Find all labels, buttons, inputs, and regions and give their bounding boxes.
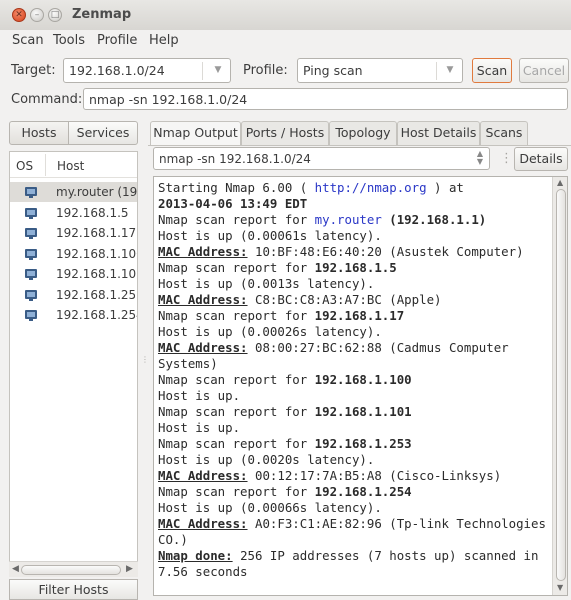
os-unknown-icon [25, 269, 37, 280]
title-bar: ✕ – □ Zenmap [0, 0, 571, 30]
host-row[interactable]: 192.168.1.5 [10, 203, 137, 223]
maximize-window-button[interactable]: □ [48, 8, 62, 22]
column-os[interactable]: OS [16, 159, 33, 173]
profile-value: Ping scan [303, 63, 363, 78]
scrollbar-thumb[interactable] [556, 189, 566, 581]
host-name: 192.168.1.100 [56, 246, 138, 261]
scroll-up-icon[interactable]: ▲ [557, 178, 563, 187]
tab-host-details[interactable]: Host Details [397, 121, 480, 145]
details-button[interactable]: Details [514, 147, 568, 171]
minimize-icon: – [34, 10, 40, 20]
os-unknown-icon [25, 289, 37, 301]
tab-ports-hosts[interactable]: Ports / Hosts [241, 121, 329, 145]
tab-nmap-output[interactable]: Nmap Output [150, 121, 241, 146]
host-list-scrollbar[interactable]: ◀ ▶ [9, 561, 138, 577]
target-label: Target: [11, 63, 56, 78]
output-content: Starting Nmap 6.00 ( http://nmap.org ) a… [158, 180, 554, 579]
close-icon: ✕ [15, 10, 23, 20]
host-row[interactable]: 192.168.1.254 [10, 305, 138, 325]
window-title: Zenmap [72, 7, 132, 22]
hosts-view-button[interactable]: Hosts [9, 121, 69, 145]
column-host[interactable]: Host [57, 159, 84, 173]
close-window-button[interactable]: ✕ [12, 8, 26, 22]
scan-button[interactable]: Scan [472, 58, 512, 83]
host-row[interactable]: 192.168.1.253 [10, 285, 138, 305]
menu-profile[interactable]: Profile [97, 33, 137, 48]
menu-tools[interactable]: Tools [53, 33, 85, 48]
menu-bar: Scan Tools Profile Help [0, 30, 571, 52]
chevron-down-icon: ▼ [446, 65, 454, 75]
scroll-left-icon[interactable]: ◀ [12, 564, 19, 574]
os-unknown-icon [25, 207, 37, 219]
profile-label: Profile: [243, 63, 288, 78]
command-label: Command: [11, 92, 83, 107]
scrollbar-thumb[interactable] [21, 565, 121, 575]
host-name: 192.168.1.101 [56, 267, 138, 281]
host-name: 192.168.1.254 [56, 308, 138, 322]
nmap-link[interactable]: http://nmap.org [315, 180, 427, 195]
host-name: 192.168.1.5 [56, 205, 129, 220]
grip-icon: ⋮ [500, 151, 513, 166]
command-input[interactable]: nmap -sn 192.168.1.0/24 [83, 88, 568, 110]
output-command-value: nmap -sn 192.168.1.0/24 [159, 152, 311, 166]
output-command-combo[interactable]: nmap -sn 192.168.1.0/24 ▲ ▼ [153, 147, 490, 170]
maximize-icon: □ [50, 10, 60, 20]
host-row[interactable]: my.router (19 [10, 182, 138, 202]
scroll-down-icon[interactable]: ▼ [557, 583, 563, 592]
host-list: OS Host my.router (19 192.168.1.5 192.168.… [9, 151, 138, 577]
target-combo[interactable]: 192.168.1.0/24 ▼ [63, 58, 231, 83]
tab-topology[interactable]: Topology [329, 121, 397, 145]
host-name: 192.168.1.253 [56, 287, 138, 302]
tab-scans[interactable]: Scans [480, 121, 528, 145]
minimize-window-button[interactable]: – [30, 8, 44, 22]
os-unknown-icon [25, 187, 37, 198]
filter-hosts-button[interactable]: Filter Hosts [9, 579, 138, 600]
nmap-output-text[interactable]: Starting Nmap 6.00 ( http://nmap.org ) a… [153, 176, 568, 596]
os-unknown-icon [25, 248, 37, 260]
os-unknown-icon [25, 310, 37, 321]
host-list-header: OS Host [10, 152, 137, 178]
menu-scan[interactable]: Scan [12, 33, 44, 48]
output-scrollbar[interactable]: ▲ ▼ [552, 177, 567, 595]
services-view-button[interactable]: Services [68, 121, 138, 145]
host-name: my.router (19 [56, 185, 138, 199]
menu-help[interactable]: Help [149, 33, 179, 48]
host-row[interactable]: 192.168.1.101 [10, 264, 138, 284]
host-row[interactable]: 192.168.1.17 [10, 223, 137, 243]
host-name: 192.168.1.17 [56, 226, 137, 240]
scroll-right-icon[interactable]: ▶ [126, 564, 133, 574]
command-value: nmap -sn 192.168.1.0/24 [89, 92, 248, 107]
profile-combo[interactable]: Ping scan ▼ [297, 58, 463, 83]
chevron-down-icon: ▼ [214, 65, 222, 75]
spin-arrows-icon: ▲ ▼ [476, 149, 483, 166]
os-unknown-icon [25, 228, 37, 239]
target-value: 192.168.1.0/24 [69, 63, 165, 78]
host-row[interactable]: 192.168.1.100 [10, 244, 138, 264]
cancel-button[interactable]: Cancel [519, 58, 569, 83]
